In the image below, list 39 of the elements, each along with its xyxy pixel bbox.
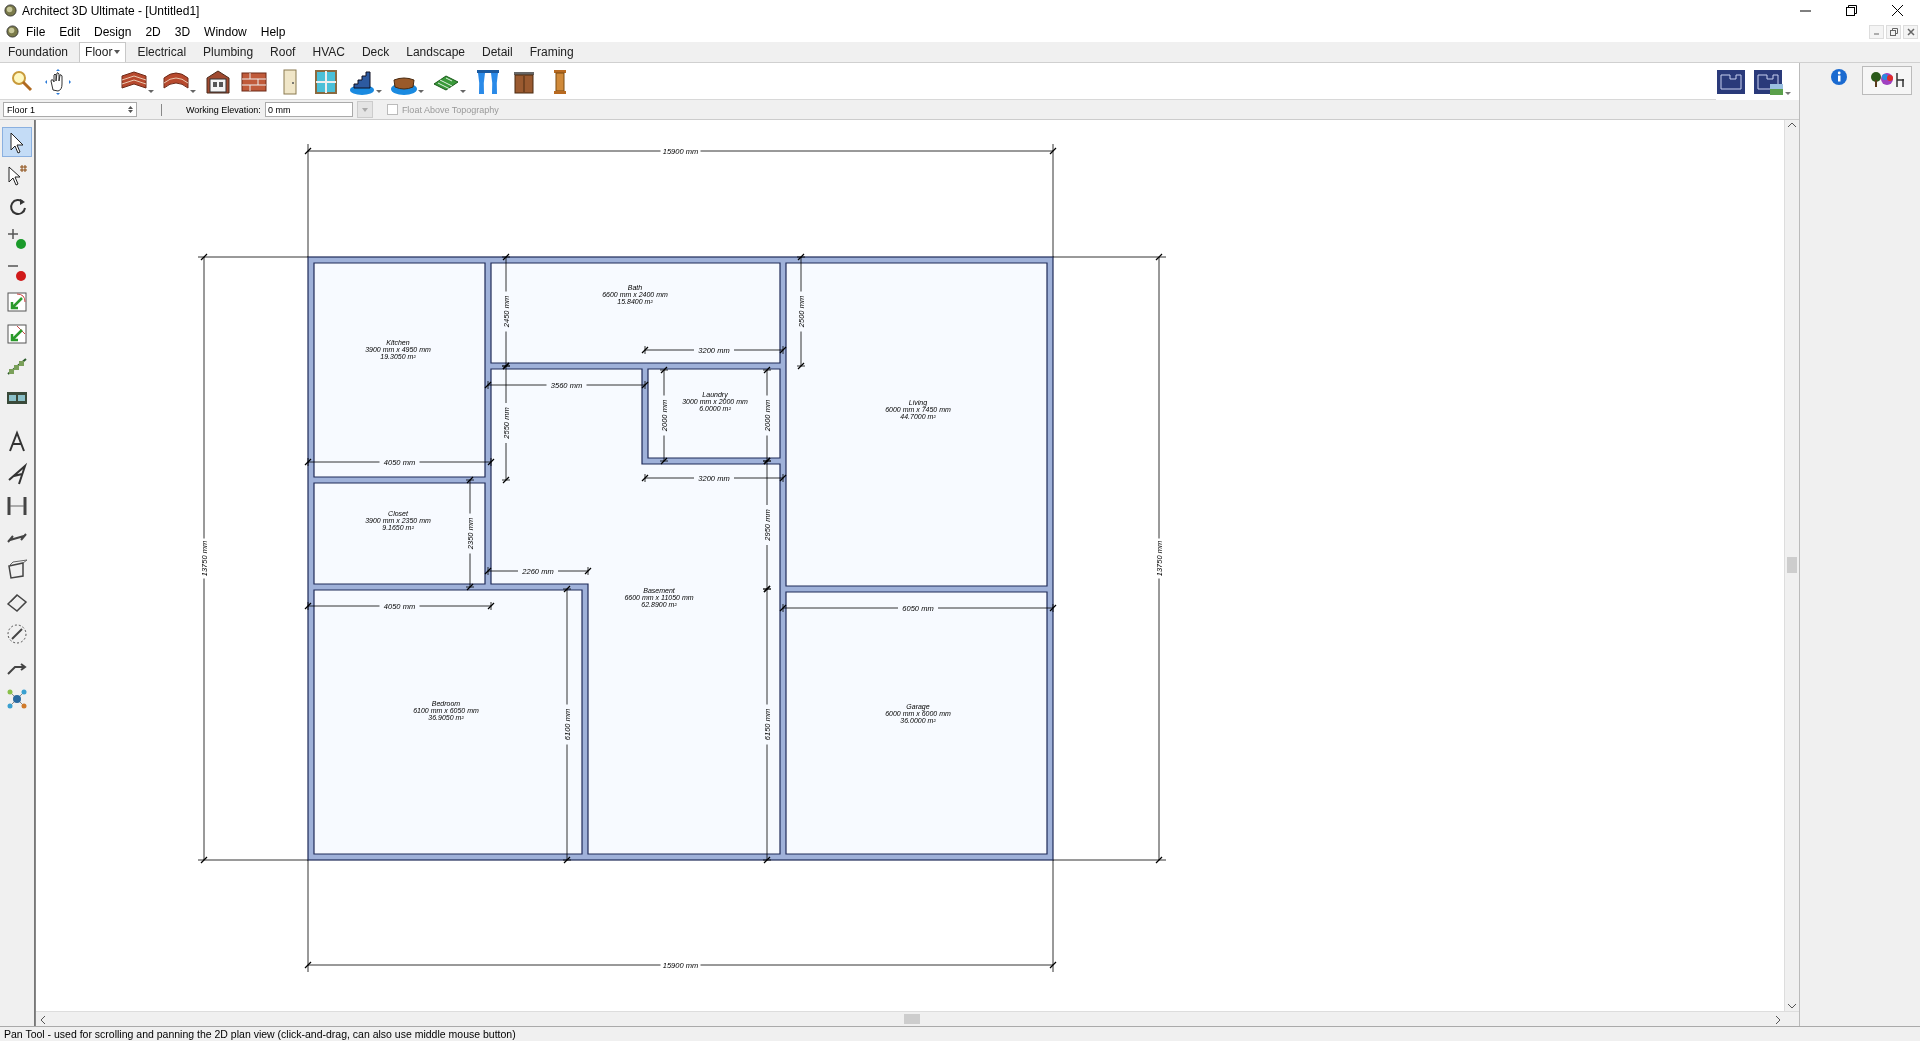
ribbon-tab[interactable]: Roof xyxy=(264,42,302,62)
checkbox-label: Float Above Topography xyxy=(401,104,499,115)
window-title: Architect 3D Ultimate - [Untitled1] xyxy=(21,3,201,18)
scroll-down-icon[interactable] xyxy=(1788,1003,1796,1009)
checkbox[interactable] xyxy=(386,104,398,115)
vertical-scrollbar[interactable] xyxy=(1784,120,1799,1011)
menu-item[interactable]: 2D xyxy=(138,24,168,39)
scroll-right-icon[interactable] xyxy=(1775,1016,1781,1024)
menu-item[interactable]: Window xyxy=(197,24,254,39)
scroll-thumb[interactable] xyxy=(904,1014,920,1024)
elevation-field[interactable]: 0 mm xyxy=(264,102,353,117)
ribbon-tab[interactable]: Electrical xyxy=(131,42,193,62)
menu-item[interactable]: Design xyxy=(87,24,139,39)
plan-view-landscape-icon[interactable] xyxy=(1753,68,1791,95)
floor-select[interactable]: Floor 1 xyxy=(3,102,137,117)
horizontal-scrollbar[interactable] xyxy=(36,1011,1799,1026)
ribbon-tab[interactable]: Deck xyxy=(355,42,396,62)
tree-palette-chair-icon[interactable] xyxy=(1862,66,1912,95)
scroll-up-icon[interactable] xyxy=(1788,122,1796,128)
app-logo-icon xyxy=(6,25,19,38)
ribbon-tab[interactable]: Landscape xyxy=(400,42,471,62)
ribbon-tab[interactable]: Floor xyxy=(79,42,127,62)
menu-item[interactable]: File xyxy=(19,24,53,39)
menu-item[interactable]: 3D xyxy=(167,24,198,39)
menu-item[interactable]: Help xyxy=(253,24,293,39)
ribbon-tab[interactable]: Plumbing xyxy=(197,42,260,62)
ribbon-tab[interactable]: Detail xyxy=(476,42,519,62)
scroll-left-icon[interactable] xyxy=(40,1016,46,1024)
spinner-icon[interactable] xyxy=(128,105,133,114)
pointer-icon[interactable] xyxy=(2,127,32,157)
field-label: Working Elevation: xyxy=(186,104,261,115)
ribbon-tab[interactable]: Framing xyxy=(523,42,580,62)
scroll-thumb[interactable] xyxy=(1787,557,1797,573)
ribbon-tab[interactable]: HVAC xyxy=(306,42,351,62)
plan-view-icon[interactable] xyxy=(1716,68,1746,95)
app-logo-icon xyxy=(4,4,17,17)
menu-item[interactable]: Edit xyxy=(52,24,88,39)
ribbon-tab[interactable]: Foundation xyxy=(2,42,75,62)
status-text: Pan Tool - used for scrolling and panning the 2D plan view (click-and-drag, can also use middle mouse button) xyxy=(4,1028,516,1040)
